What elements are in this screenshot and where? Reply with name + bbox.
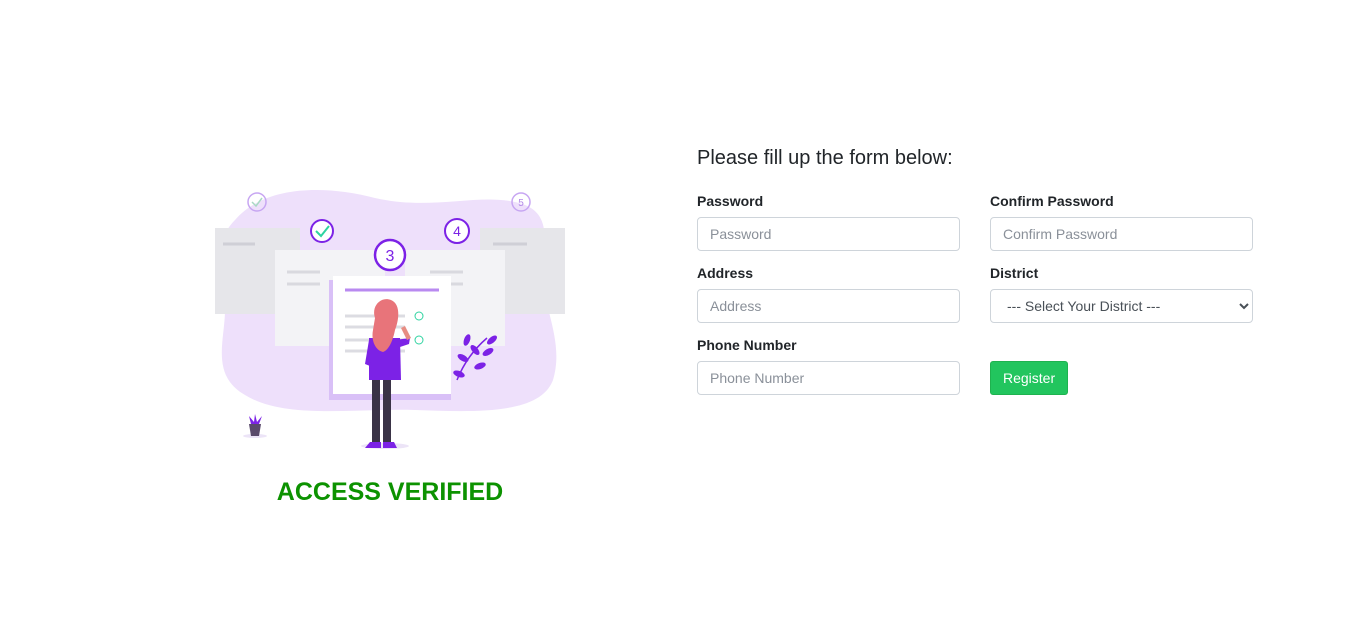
form-row-address: Address District --- Select Your Distric… — [697, 265, 1257, 323]
register-button[interactable]: Register — [990, 361, 1069, 395]
access-verified-heading: ACCESS VERIFIED — [276, 478, 504, 506]
checklist-illustration: 3 4 5 — [205, 180, 575, 460]
potted-plant-icon — [243, 414, 267, 438]
registration-form: Please fill up the form below: Password … — [697, 145, 1257, 409]
district-select[interactable]: --- Select Your District --- — [990, 289, 1253, 323]
form-row-phone: Phone Number Register — [697, 337, 1257, 395]
password-label: Password — [697, 193, 764, 209]
address-group: Address — [697, 265, 960, 323]
form-row-passwords: Password Confirm Password — [697, 193, 1257, 251]
phone-group: Phone Number — [697, 337, 960, 395]
step-4-label: 4 — [453, 223, 461, 239]
step-5-label: 5 — [518, 198, 524, 209]
step-check-circle — [310, 219, 334, 243]
district-group: District --- Select Your District --- — [990, 265, 1253, 323]
confirm-password-group: Confirm Password — [990, 193, 1253, 251]
address-input[interactable] — [697, 289, 960, 323]
form-title: Please fill up the form below: — [697, 147, 953, 169]
confirm-password-label: Confirm Password — [990, 193, 1114, 209]
district-label: District — [990, 265, 1039, 281]
password-input[interactable] — [697, 217, 960, 251]
address-label: Address — [697, 265, 754, 281]
phone-label: Phone Number — [697, 337, 797, 353]
step-3-label: 3 — [386, 248, 395, 265]
page: 3 4 5 ACCESS VERIFIED Please fill up the… — [0, 0, 1365, 637]
password-group: Password — [697, 193, 960, 251]
register-group: Register — [990, 337, 1253, 395]
phone-input[interactable] — [697, 361, 960, 395]
confirm-password-input[interactable] — [990, 217, 1253, 251]
